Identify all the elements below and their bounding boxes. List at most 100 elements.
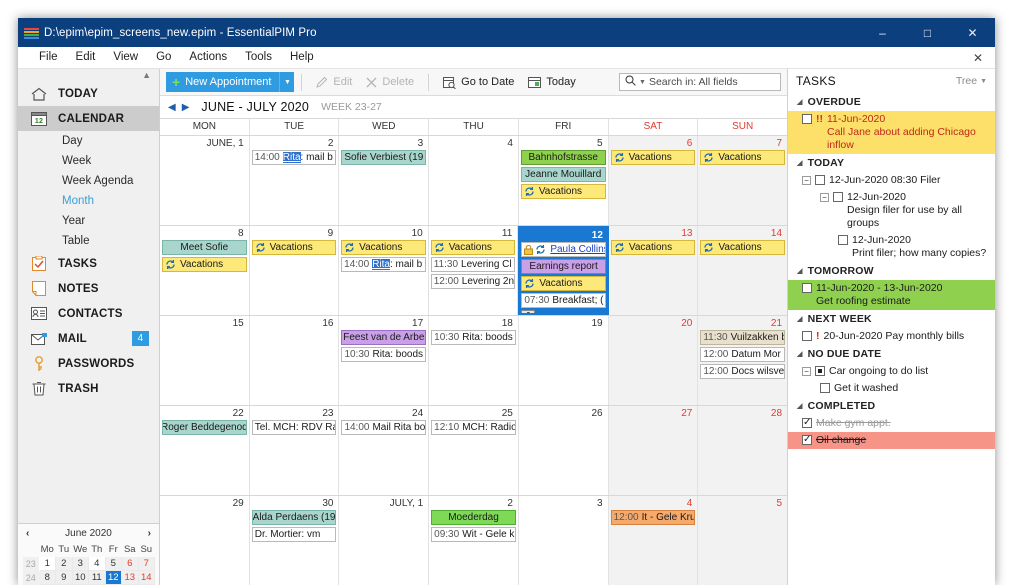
calendar-day-cell[interactable]: 30 Alda Perdaens (19 Dr. Mortier: vm	[250, 496, 340, 585]
calendar-event[interactable]: Meet Sofie	[162, 240, 247, 255]
task-group-header[interactable]: ◢ TOMORROW	[788, 262, 995, 280]
sidebar-item-table[interactable]: Table	[18, 231, 159, 251]
calendar-event[interactable]: Vacations	[430, 240, 516, 255]
calendar-day-cell[interactable]: 15	[160, 316, 250, 405]
sidebar-collapse-handle[interactable]: ▲	[18, 69, 159, 81]
menu-item-view[interactable]: View	[104, 47, 147, 68]
tasks-view-mode-button[interactable]: Tree ▼	[956, 75, 987, 87]
calendar-event[interactable]: Sofie Verbiest (19	[341, 150, 427, 165]
calendar-day-cell[interactable]: 18 10:30 Rita: boods	[429, 316, 519, 405]
edit-button[interactable]: Edit	[309, 72, 359, 92]
calendar-day-cell[interactable]: 19	[519, 316, 609, 405]
calendar-event[interactable]: 09:30 Wit - Gele k	[431, 527, 516, 542]
task-group-header[interactable]: ◢ NO DUE DATE	[788, 345, 995, 363]
calendar-event[interactable]: Tel. MCH: RDV Ra	[251, 420, 337, 435]
calendar-event[interactable]: Bahnhofstrasse	[520, 150, 606, 165]
new-appointment-button[interactable]: + New Appointment	[166, 72, 280, 92]
menu-item-go[interactable]: Go	[147, 47, 180, 68]
calendar-day-cell[interactable]: 29	[160, 496, 250, 585]
tree-expander-icon[interactable]: −	[802, 367, 811, 376]
task-group-header[interactable]: ◢ COMPLETED	[788, 397, 995, 415]
minical-next-button[interactable]: ›	[148, 528, 151, 539]
sidebar-item-month[interactable]: Month	[18, 191, 159, 211]
task-item[interactable]: Make gym appt.	[788, 415, 995, 432]
calendar-event[interactable]: 12:00 Datum Mor	[700, 347, 786, 362]
calendar-day-cell[interactable]: 7 Vacations	[698, 136, 788, 225]
task-checkbox[interactable]	[820, 383, 830, 393]
calendar-day-cell[interactable]: 2 14:00 Rita: mail b	[250, 136, 340, 225]
calendar-event[interactable]: Vacations	[700, 240, 786, 255]
calendar-day-cell[interactable]: 17 Feest van de Arbe 10:30 Rita: boods	[339, 316, 430, 405]
task-checkbox[interactable]	[838, 235, 848, 245]
calendar-day-cell[interactable]: 3	[519, 496, 609, 585]
close-document-button[interactable]: ✕	[973, 51, 995, 65]
search-input[interactable]: ▼ Search in: All fields	[619, 73, 781, 91]
close-button[interactable]: ✕	[950, 18, 995, 47]
more-events-button[interactable]: ▼	[521, 310, 536, 313]
calendar-event[interactable]: Roger Beddegenod	[162, 420, 247, 435]
task-item[interactable]: ! 20-Jun-2020 Pay monthly bills	[788, 328, 995, 345]
calendar-day-cell[interactable]: 22 Roger Beddegenod	[160, 406, 250, 495]
calendar-day-cell[interactable]: 4	[429, 136, 519, 225]
calendar-event[interactable]: Vacations	[521, 276, 606, 291]
calendar-event[interactable]: Vacations	[520, 184, 606, 199]
calendar-day-cell[interactable]: 11 Vacations 11:30 Levering Cl 12:00 Levering…	[429, 226, 519, 315]
task-item[interactable]: 12-Jun-2020 Print filer; how many copies?	[788, 232, 995, 262]
task-checkbox[interactable]	[815, 366, 825, 376]
calendar-day-cell-selected[interactable]: 12 Paula Collins Earnings report Vacations 0…	[518, 226, 609, 315]
calendar-day-cell[interactable]: 20	[608, 316, 699, 405]
tree-expander-icon[interactable]: −	[802, 176, 811, 185]
calendar-day-cell[interactable]: 6 Vacations	[608, 136, 699, 225]
sidebar-item-today[interactable]: TODAY	[18, 81, 159, 106]
minical-day[interactable]: 1	[38, 556, 56, 571]
minical-day[interactable]: 4	[88, 556, 106, 571]
minical-day[interactable]: 6	[121, 556, 139, 571]
calendar-day-cell[interactable]: 5	[698, 496, 788, 585]
calendar-event[interactable]: Vacations	[610, 150, 696, 165]
go-to-date-button[interactable]: Go to Date	[436, 72, 521, 92]
calendar-event[interactable]: Vacations	[610, 240, 696, 255]
sidebar-item-week-agenda[interactable]: Week Agenda	[18, 171, 159, 191]
sidebar-item-passwords[interactable]: PASSWORDS	[18, 351, 159, 376]
minical-day[interactable]: 5	[104, 556, 122, 571]
sidebar-item-day[interactable]: Day	[18, 131, 159, 151]
sidebar-item-notes[interactable]: NOTES	[18, 276, 159, 301]
minical-prev-button[interactable]: ‹	[26, 528, 29, 539]
new-appointment-dropdown[interactable]: ▼	[279, 72, 295, 92]
task-group-header[interactable]: ◢ OVERDUE	[788, 93, 995, 111]
calendar-day-cell[interactable]: 8 Meet Sofie Vacations	[160, 226, 250, 315]
task-item[interactable]: !! 11-Jun-2020 Call Jane about adding Chic…	[788, 111, 995, 154]
calendar-event[interactable]: Vacations	[341, 240, 426, 255]
calendar-event[interactable]: 12:10 MCH: Radio	[431, 420, 516, 435]
calendar-day-cell[interactable]: JUNE, 1	[160, 136, 250, 225]
calendar-event[interactable]: Jeanne Mouillard	[520, 167, 606, 182]
calendar-day-cell[interactable]: 13 Vacations	[608, 226, 699, 315]
calendar-day-cell[interactable]: 10 Vacations 14:00 Rita: mail b	[339, 226, 429, 315]
sidebar-item-year[interactable]: Year	[18, 211, 159, 231]
calendar-event[interactable]: Alda Perdaens (19	[251, 510, 337, 525]
calendar-event[interactable]: 14:00 Rita: mail b	[341, 257, 426, 272]
calendar-day-cell[interactable]: 26	[519, 406, 609, 495]
calendar-day-cell[interactable]: 3 Sofie Verbiest (19	[339, 136, 430, 225]
minical-day[interactable]: 7	[137, 556, 155, 571]
minical-day[interactable]: 8	[38, 570, 56, 585]
menu-item-edit[interactable]: Edit	[67, 47, 105, 68]
task-group-header[interactable]: ◢ NEXT WEEK	[788, 310, 995, 328]
calendar-day-cell[interactable]: 9 Vacations	[250, 226, 340, 315]
calendar-event[interactable]: 12:00 It - Gele Kru	[610, 510, 696, 525]
calendar-day-cell[interactable]: 4 12:00 It - Gele Kru	[608, 496, 699, 585]
minical-day[interactable]: 9	[55, 570, 73, 585]
event-link[interactable]: Paula Collins	[550, 244, 605, 255]
task-checkbox[interactable]	[802, 331, 812, 341]
task-item[interactable]: Oil change	[788, 432, 995, 449]
calendar-event[interactable]: Moederdag	[431, 510, 516, 525]
menu-item-file[interactable]: File	[30, 47, 67, 68]
task-item[interactable]: − Car ongoing to do list	[788, 363, 995, 380]
calendar-event[interactable]: 14:00 Mail Rita bo	[341, 420, 427, 435]
task-checkbox[interactable]	[802, 114, 812, 124]
calendar-event[interactable]: Vacations	[251, 240, 337, 255]
search-scope-caret-icon[interactable]: ▼	[639, 79, 646, 86]
calendar-day-cell[interactable]: 28	[698, 406, 788, 495]
minimize-button[interactable]: –	[860, 18, 905, 47]
menu-item-help[interactable]: Help	[281, 47, 323, 68]
